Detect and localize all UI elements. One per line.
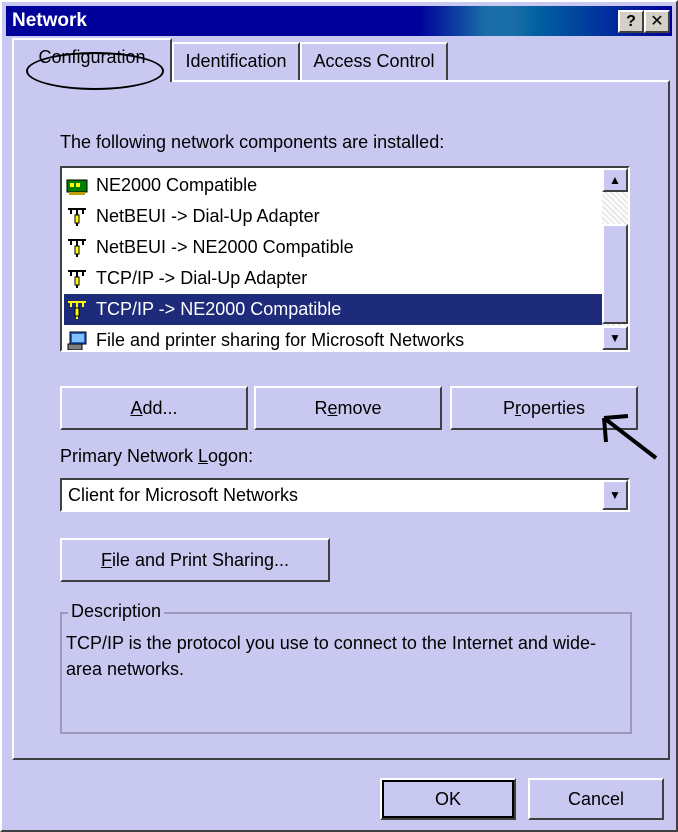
- components-label: The following network components are ins…: [60, 132, 445, 152]
- file-print-sharing-button[interactable]: File and Print Sharing...: [60, 538, 330, 582]
- list-item-label: NE2000 Compatible: [96, 175, 258, 195]
- list-item-label: NetBEUI -> Dial-Up Adapter: [96, 206, 320, 226]
- list-item[interactable]: TCP/IP -> Dial-Up Adapter: [64, 263, 602, 294]
- components-scrollbar[interactable]: ▲ ▼: [602, 168, 628, 350]
- list-item[interactable]: NetBEUI -> Dial-Up Adapter: [64, 201, 602, 232]
- primary-logon-label: Primary Network Logon:: [60, 446, 254, 466]
- scroll-up-button[interactable]: ▲: [602, 168, 628, 192]
- chevron-down-icon[interactable]: ▼: [602, 480, 628, 510]
- tab-configuration[interactable]: Configuration: [12, 38, 172, 82]
- network-dialog: Network ? ✕ Configuration Identification…: [0, 0, 678, 832]
- add-button[interactable]: Add...: [60, 386, 248, 430]
- protocol-icon: [68, 270, 86, 288]
- ok-button[interactable]: OK: [380, 778, 516, 820]
- title-bar: Network ? ✕: [6, 6, 672, 36]
- list-item-selected[interactable]: TCP/IP -> NE2000 Compatible: [64, 294, 602, 325]
- window-title: Network: [12, 10, 87, 31]
- help-button[interactable]: ?: [618, 10, 644, 33]
- pointer-arrow-annotation: [602, 414, 658, 460]
- remove-button[interactable]: Remove: [254, 386, 442, 430]
- protocol-icon: [68, 301, 86, 319]
- primary-logon-select[interactable]: Client for Microsoft Networks ▼: [60, 478, 630, 512]
- protocol-icon: [68, 208, 86, 226]
- list-item-label: File and printer sharing for Microsoft N…: [96, 330, 465, 350]
- components-listbox[interactable]: NE2000 Compatible NetBEUI -> Dial-Up Ada…: [60, 166, 630, 352]
- list-item[interactable]: File and printer sharing for Microsoft N…: [64, 325, 602, 350]
- scroll-down-button[interactable]: ▼: [602, 326, 628, 350]
- list-item[interactable]: NetBEUI -> NE2000 Compatible: [64, 232, 602, 263]
- description-legend: Description: [68, 601, 165, 622]
- cancel-button[interactable]: Cancel: [528, 778, 664, 820]
- list-item-label: NetBEUI -> NE2000 Compatible: [96, 237, 354, 257]
- close-button[interactable]: ✕: [644, 10, 670, 33]
- scroll-thumb[interactable]: [602, 224, 628, 324]
- file-printer-sharing-icon: [67, 331, 87, 350]
- tab-access-control[interactable]: Access Control: [300, 42, 448, 80]
- tab-identification[interactable]: Identification: [172, 42, 300, 80]
- network-card-icon: [66, 179, 88, 195]
- list-item-label: TCP/IP -> Dial-Up Adapter: [96, 268, 308, 288]
- description-text: TCP/IP is the protocol you use to connec…: [66, 633, 596, 679]
- list-item-label: TCP/IP -> NE2000 Compatible: [96, 299, 342, 319]
- description-group: Description TCP/IP is the protocol you u…: [60, 601, 632, 734]
- list-item[interactable]: NE2000 Compatible: [64, 170, 602, 201]
- protocol-icon: [68, 239, 86, 257]
- primary-logon-value: Client for Microsoft Networks: [68, 485, 299, 505]
